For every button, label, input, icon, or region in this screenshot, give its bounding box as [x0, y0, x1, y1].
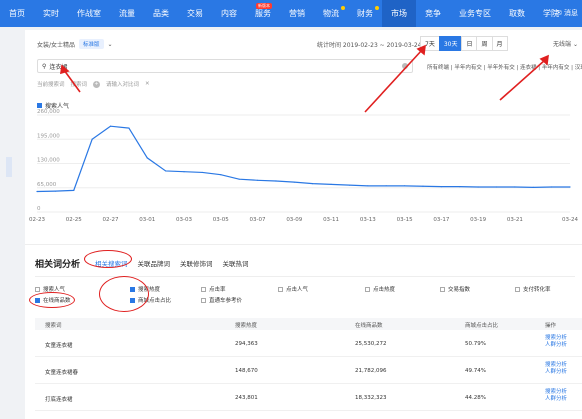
- annotation-arrows: [60, 44, 549, 113]
